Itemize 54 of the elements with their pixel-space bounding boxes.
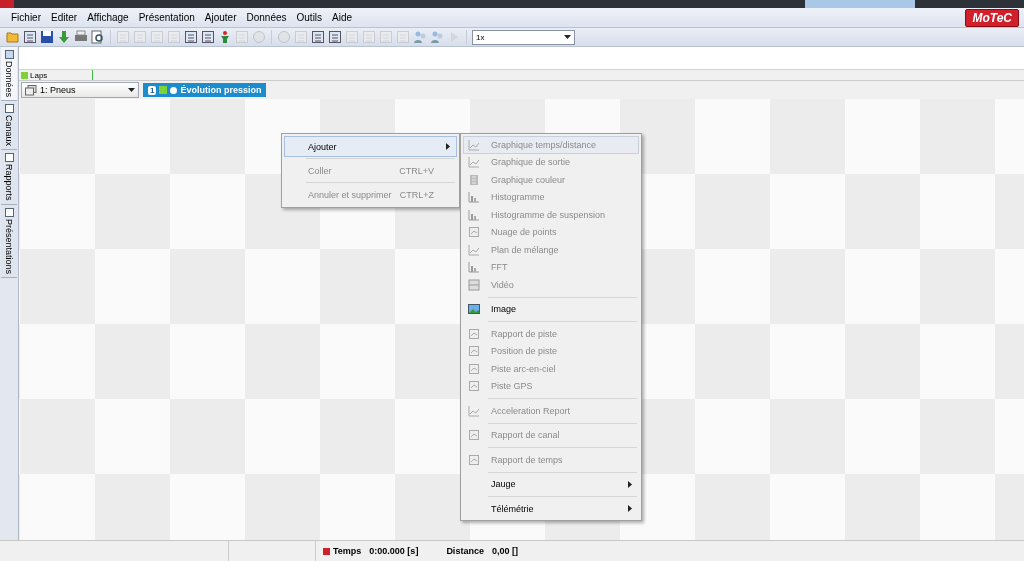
lap-marker-icon — [21, 71, 28, 79]
menu-item[interactable]: Affichage — [82, 12, 134, 23]
worksheet-tab[interactable]: 1 Évolution pression — [143, 83, 267, 97]
menu-item[interactable]: Ajouter — [199, 12, 242, 23]
chart-icon — [468, 156, 480, 169]
magnifier-icon[interactable] — [91, 30, 105, 44]
menu-item[interactable]: Présentation — [133, 12, 200, 23]
menu-item[interactable]: Image — [463, 300, 639, 318]
chart-icon — [468, 138, 480, 151]
side-tab[interactable]: Rapports — [1, 150, 17, 205]
menu-item[interactable]: Données — [241, 12, 292, 23]
tab-label: Évolution pression — [180, 85, 262, 95]
chart-icon — [468, 404, 480, 417]
tab-icon — [4, 50, 14, 59]
people-icon[interactable] — [413, 30, 427, 44]
color-chart-icon — [468, 173, 480, 186]
printer-icon[interactable] — [74, 30, 88, 44]
bar-chart-icon — [468, 261, 480, 274]
time-value: 0:00.000 [s] — [369, 546, 419, 556]
time-label: Temps — [333, 546, 362, 556]
cursor-marker-icon — [323, 547, 330, 555]
people-icon[interactable] — [430, 30, 444, 44]
distance-value: 0,00 [] — [491, 546, 518, 556]
menu-item[interactable]: Aide — [327, 12, 358, 23]
document-icon[interactable] — [23, 30, 37, 44]
folder-icon[interactable] — [6, 30, 20, 44]
caret-icon — [128, 88, 135, 92]
save-icon[interactable] — [40, 30, 54, 44]
menu-item[interactable]: Outils — [291, 12, 328, 23]
windows-icon — [25, 84, 37, 96]
tab-icon — [4, 104, 14, 114]
circle-icon — [170, 86, 178, 94]
zoom-dropdown[interactable]: 1x — [472, 29, 575, 45]
side-tab[interactable]: Présentations — [1, 204, 17, 278]
menu-item[interactable]: Editer — [46, 12, 83, 23]
histogram-icon — [468, 191, 480, 204]
tab-icon — [4, 153, 14, 163]
line-chart-icon — [468, 243, 480, 256]
menu-item[interactable]: Fichier — [6, 12, 46, 23]
figure-icon[interactable] — [218, 30, 232, 44]
color-square-icon — [159, 86, 168, 94]
menu-item[interactable]: Ajouter — [284, 136, 457, 157]
tab-icon — [4, 207, 14, 217]
histogram-icon — [468, 208, 480, 221]
logo: MoTeC — [965, 8, 1019, 27]
side-tab[interactable]: Données — [1, 47, 17, 102]
menu-item[interactable]: Jauge — [463, 475, 639, 493]
worksheet-dropdown[interactable]: 1: Pneus — [21, 82, 139, 98]
distance-label: Distance — [446, 546, 484, 556]
caret-icon — [564, 35, 571, 39]
side-tab[interactable]: Canaux — [1, 101, 17, 151]
laps-label: Laps — [30, 70, 48, 80]
tab-number: 1 — [148, 85, 157, 95]
menu-item[interactable]: Télémétrie — [463, 500, 639, 518]
